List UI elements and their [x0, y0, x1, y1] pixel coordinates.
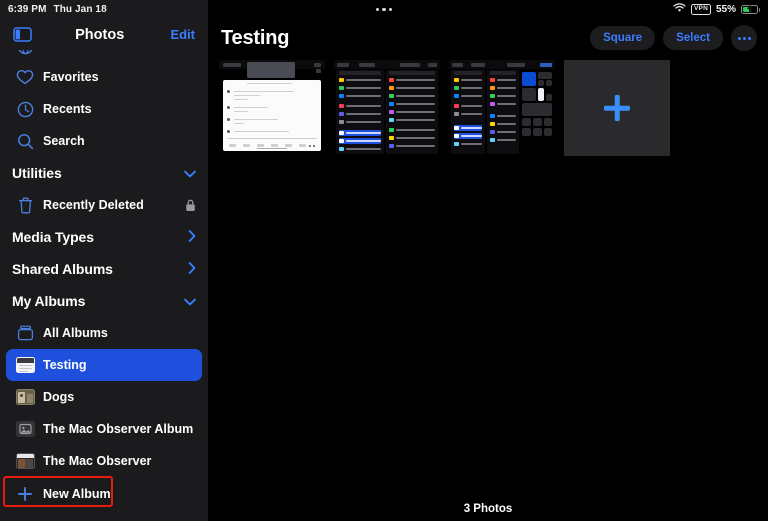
square-button[interactable]: Square	[590, 26, 655, 50]
photo-thumbnail[interactable]	[219, 60, 325, 156]
new-album-button[interactable]: New Album	[6, 478, 202, 510]
sidebar-item-label: Search	[43, 134, 85, 148]
ellipsis-icon[interactable]	[731, 25, 757, 51]
sidebar-section-utilities[interactable]: Utilities	[6, 157, 202, 189]
plus-icon	[604, 95, 630, 121]
album-thumbnail-icon	[12, 357, 38, 373]
vpn-badge: VPN	[691, 4, 711, 16]
album-title: Testing	[221, 27, 289, 50]
plus-icon	[12, 486, 38, 502]
chevron-right-icon[interactable]	[188, 230, 196, 245]
section-label: Media Types	[12, 229, 94, 245]
sidebar-item-favorites[interactable]: Favorites	[6, 61, 202, 93]
sidebar-item-label: Favorites	[43, 70, 99, 84]
page-title: Photos	[29, 27, 170, 43]
edit-button[interactable]: Edit	[170, 27, 195, 42]
sidebar-section-media-types[interactable]: Media Types	[6, 221, 202, 253]
chevron-down-icon[interactable]	[184, 294, 196, 309]
photo-thumbnail[interactable]	[334, 60, 440, 156]
sidebar-section-my-albums[interactable]: My Albums	[6, 285, 202, 317]
photo-thumbnail[interactable]	[449, 60, 555, 156]
sidebar-item-recently-deleted[interactable]: Recently Deleted	[6, 189, 202, 221]
section-label: Shared Albums	[12, 261, 113, 277]
clock-icon	[12, 101, 38, 118]
sidebar-item-label: The Mac Observer	[43, 454, 151, 468]
heart-icon	[12, 69, 38, 85]
section-label: My Albums	[12, 293, 85, 309]
lock-icon	[185, 199, 196, 212]
sidebar-section-shared-albums[interactable]: Shared Albums	[6, 253, 202, 285]
sidebar-item-search[interactable]: Search	[6, 125, 202, 157]
multitask-dots-icon[interactable]	[376, 8, 393, 12]
status-bar-right: VPN 55%	[673, 0, 761, 19]
chevron-down-icon[interactable]	[184, 166, 196, 181]
album-photo-thumbnail	[12, 389, 38, 405]
sidebar: Photos Edit Places	[0, 0, 208, 521]
sidebar-item-label: Recently Deleted	[43, 198, 144, 212]
sidebar-item-all-albums[interactable]: All Albums	[6, 317, 202, 349]
select-button[interactable]: Select	[663, 26, 723, 50]
chevron-right-icon[interactable]	[188, 262, 196, 277]
photo-count-label: 3 Photos	[208, 503, 768, 515]
status-bar-center	[0, 0, 768, 19]
wifi-icon	[673, 3, 686, 16]
album-photo-thumbnail	[12, 453, 38, 469]
sidebar-item-dogs[interactable]: Dogs	[6, 381, 202, 413]
sidebar-item-label: The Mac Observer Album	[43, 422, 193, 436]
sidebar-item-the-mac-observer[interactable]: The Mac Observer	[6, 445, 202, 477]
sidebar-item-label: Dogs	[43, 390, 74, 404]
magnifier-icon	[12, 133, 38, 150]
sidebar-header: Photos Edit	[0, 19, 208, 50]
sidebar-scroll-area[interactable]: Places Favorites	[0, 50, 208, 521]
sidebar-item-recents[interactable]: Recents	[6, 93, 202, 125]
albums-stack-icon	[12, 325, 38, 341]
main-content: Testing Square Select	[208, 0, 768, 521]
status-bar: 6:39 PM Thu Jan 18 VPN 55%	[0, 0, 768, 19]
battery-percent: 55%	[716, 4, 736, 15]
header-buttons: Square Select	[590, 25, 757, 51]
sidebar-item-label: All Albums	[43, 326, 108, 340]
ipad-photos-screen: 6:39 PM Thu Jan 18 VPN 55%	[0, 0, 768, 521]
sidebar-item-label: New Album	[43, 487, 111, 501]
section-label: Utilities	[12, 165, 62, 181]
sidebar-item-the-mac-observer-album[interactable]: The Mac Observer Album	[6, 413, 202, 445]
main-header: Testing Square Select	[208, 19, 768, 57]
sidebar-item-testing[interactable]: Testing	[6, 349, 202, 381]
sidebar-item-label: Recents	[43, 102, 92, 116]
trash-icon	[12, 197, 38, 214]
album-placeholder-icon	[12, 421, 38, 437]
add-photo-button[interactable]	[564, 60, 670, 156]
photo-grid	[219, 60, 670, 156]
sidebar-item-label: Testing	[43, 358, 87, 372]
battery-charging-icon	[741, 5, 761, 15]
